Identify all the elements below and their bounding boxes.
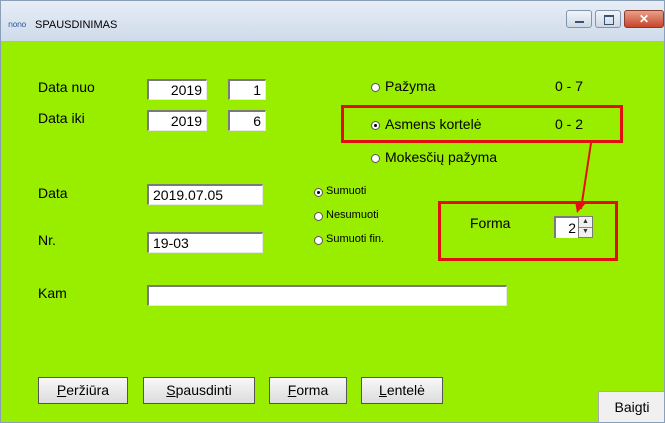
kam-input[interactable] (147, 285, 507, 306)
lentele-label: entelė (386, 382, 425, 398)
baigti-button[interactable]: Baigti (598, 391, 664, 422)
spausdinti-accel: S (166, 382, 176, 398)
forma-button[interactable]: Forma (269, 377, 347, 404)
forma-button-label: orma (296, 382, 329, 398)
spausdinti-button[interactable]: Spausdinti (143, 377, 255, 404)
annotation-arrow-line (580, 142, 592, 210)
perziura-accel: P (56, 382, 67, 398)
perziura-button[interactable]: Peržiūra (38, 377, 128, 404)
perziura-label: eržiūra (66, 382, 110, 398)
print-dialog-window: nono SPAUSDINIMAS ✕ Data nuo 2019 1 Data… (0, 0, 665, 423)
annotation-arrow (575, 142, 592, 213)
kam-label: Kam (38, 285, 67, 301)
lentele-accel: L (379, 382, 387, 398)
spausdinti-label: pausdinti (175, 382, 232, 398)
annotation-arrow-head (575, 201, 586, 213)
lentele-button[interactable]: Lentelė (361, 377, 443, 404)
